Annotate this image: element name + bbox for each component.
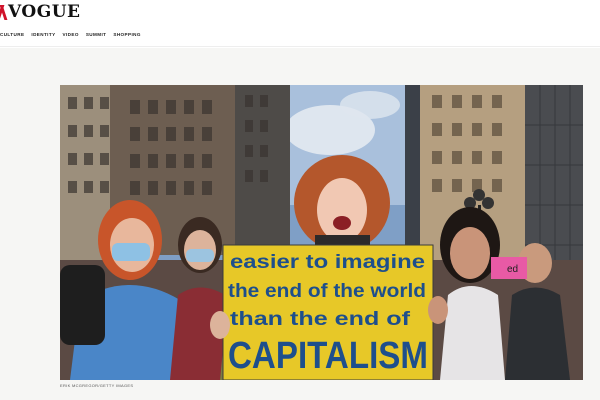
sign-line-2: the end of the world — [228, 281, 426, 302]
sign-line-3: than the end of — [230, 309, 411, 330]
photo-credit: ERIK MCGREGOR/GETTY IMAGES — [60, 383, 134, 388]
sign-line-1: easier to imagine — [230, 252, 425, 273]
nav-item-summit[interactable]: SUMMIT — [86, 32, 107, 37]
protest-photo-illustration: ed easier to imagine the end of the worl… — [60, 85, 583, 380]
header-divider — [0, 46, 600, 47]
main-nav: CULTURE IDENTITY VIDEO SUMMIT SHOPPING — [0, 32, 141, 37]
article-photo[interactable]: ed easier to imagine the end of the worl… — [60, 85, 583, 380]
nav-item-culture[interactable]: CULTURE — [0, 32, 24, 37]
sign-line-4: CAPITALISM — [228, 335, 428, 377]
site-header: VOGUE CULTURE IDENTITY VIDEO SUMMIT SHOP… — [0, 0, 600, 48]
nav-item-identity[interactable]: IDENTITY — [31, 32, 55, 37]
nav-item-video[interactable]: VIDEO — [63, 32, 79, 37]
nav-item-shopping[interactable]: SHOPPING — [113, 32, 140, 37]
vogue-logo[interactable]: VOGUE — [0, 2, 81, 22]
logo-text: VOGUE — [8, 2, 81, 22]
small-sign-text: ed — [507, 264, 518, 275]
brand-mark-icon — [0, 5, 7, 20]
